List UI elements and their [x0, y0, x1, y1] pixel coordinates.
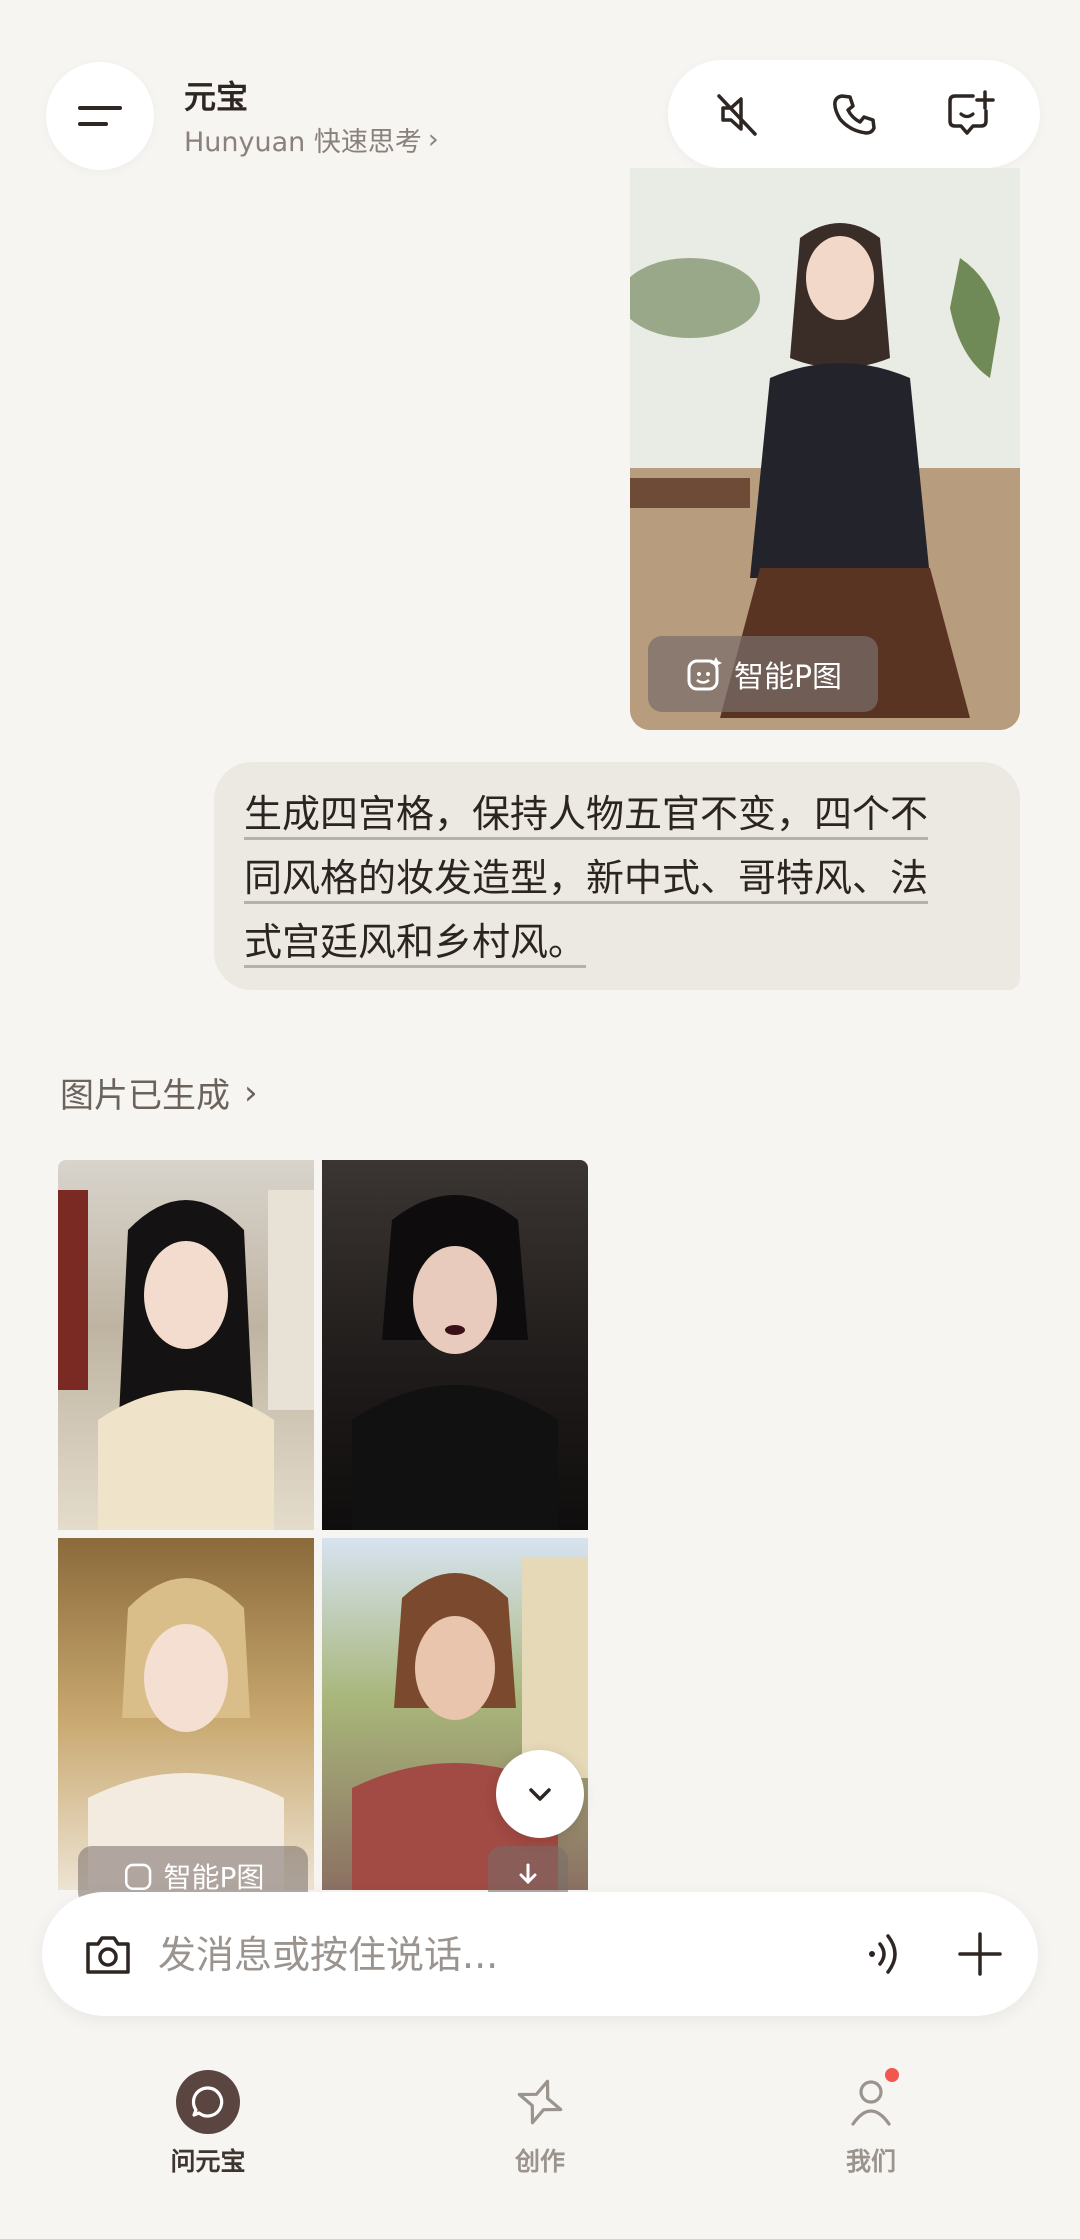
portrait-illustration [58, 1190, 314, 1530]
tab-label: 创作 [514, 2147, 565, 2176]
generated-image-new-chinese[interactable] [58, 1160, 314, 1530]
message-line: 同风格的妆发造型，新中式、哥特风、法 [244, 856, 929, 900]
chat-bubble-icon [176, 2070, 240, 2134]
smart-p-button[interactable]: 智能P图 [648, 636, 878, 712]
new-chat-icon [948, 90, 996, 135]
tab-us[interactable]: 我们 [771, 2068, 971, 2178]
app-title: 元宝 [184, 78, 249, 116]
tab-label: 我们 [845, 2147, 896, 2176]
smart-edit-icon [124, 1863, 151, 1891]
speaker-muted-icon [716, 94, 757, 136]
smart-edit-icon [687, 657, 722, 691]
new-chat-button[interactable] [939, 82, 1003, 146]
portrait-illustration [352, 1195, 558, 1530]
phone-icon [833, 94, 876, 135]
model-selector[interactable]: Hunyuan 快速思考 › [184, 120, 439, 159]
camera-icon [86, 1936, 130, 1974]
generated-image-french-court[interactable] [58, 1538, 314, 1890]
message-line: 式宫廷风和乡村风。 [244, 920, 587, 964]
smart-p-label: 智能P图 [733, 660, 843, 695]
bottom-tab-bar: 问元宝 创作 我们 [0, 2050, 1080, 2200]
smart-p-label: 智能P图 [163, 1861, 265, 1894]
message-input-bar [42, 1892, 1038, 2016]
tab-create[interactable]: 创作 [440, 2070, 640, 2178]
chevron-down-icon [529, 1788, 551, 1801]
images-generated-header[interactable]: 图片已生成 › [60, 1068, 258, 1117]
model-label: Hunyuan 快速思考 [184, 127, 422, 158]
user-message-bubble[interactable]: 生成四宫格，保持人物五官不变，四个不 同风格的妆发造型，新中式、哥特风、法 式宫… [214, 762, 1020, 990]
menu-icon [78, 106, 122, 126]
generated-image-gothic[interactable] [322, 1160, 588, 1530]
tab-ask-yuanbao[interactable]: 问元宝 [108, 2070, 308, 2178]
call-button[interactable] [822, 82, 886, 146]
tab-label: 问元宝 [170, 2147, 246, 2176]
portrait-illustration [88, 1578, 284, 1890]
voice-wave-icon [869, 1934, 897, 1974]
images-generated-label: 图片已生成 [60, 1076, 230, 1116]
chevron-right-icon: › [427, 124, 439, 155]
voice-button[interactable] [852, 1922, 916, 1986]
menu-button[interactable] [46, 62, 154, 170]
header-actions [668, 60, 1040, 168]
user-uploaded-photo[interactable]: 智能P图 [630, 168, 1020, 730]
download-icon [519, 1863, 537, 1885]
chevron-right-icon: › [244, 1072, 258, 1113]
create-spark-icon [517, 2079, 563, 2125]
camera-button[interactable] [76, 1922, 140, 1986]
message-line: 生成四宫格，保持人物五官不变，四个不 [244, 792, 929, 836]
add-button[interactable] [948, 1922, 1012, 1986]
plus-icon [958, 1932, 1002, 1976]
mute-button[interactable] [705, 82, 769, 146]
message-input[interactable] [156, 1922, 860, 1988]
person-icon-wrap [839, 2068, 903, 2134]
notification-badge [885, 2068, 899, 2082]
scroll-to-bottom-button[interactable] [496, 1750, 584, 1838]
